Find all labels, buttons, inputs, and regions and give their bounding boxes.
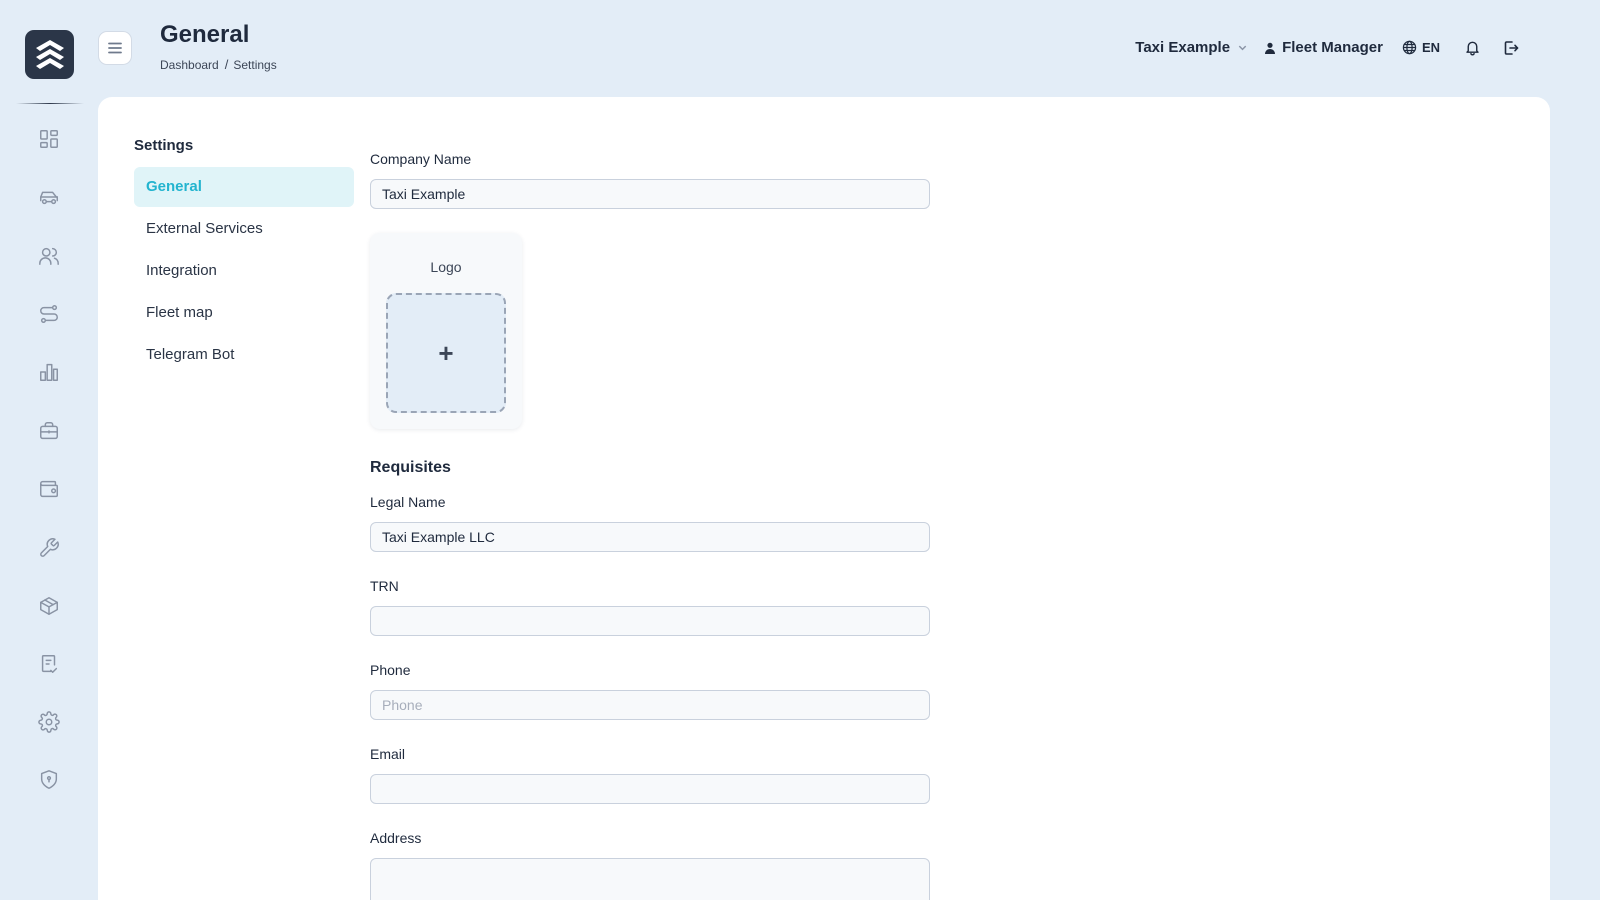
logo-upload-dropzone[interactable]: + [386,293,506,413]
settings-nav-integration[interactable]: Integration [134,251,354,291]
settings-nav-fleet-map[interactable]: Fleet map [134,293,354,333]
notifications-button[interactable] [1464,39,1503,56]
phone-input[interactable] [370,690,930,720]
user-icon [1265,42,1276,54]
wallet-icon[interactable] [33,473,65,505]
route-icon[interactable] [33,298,65,330]
logout-button[interactable] [1503,40,1519,56]
briefcase-icon[interactable] [33,415,65,447]
language-label: EN [1421,40,1440,55]
company-name-input[interactable] [370,179,930,209]
trn-label: TRN [370,578,399,594]
chevron-down-icon [1238,45,1247,51]
bar-chart-icon[interactable] [33,356,65,388]
email-label: Email [370,746,406,762]
box-icon[interactable] [33,590,65,622]
trn-input[interactable] [370,606,930,636]
settings-nav-telegram-bot[interactable]: Telegram Bot [134,335,354,375]
company-select-label: Taxi Example [1135,39,1231,56]
settings-nav: General External Services Integration Fl… [134,167,354,377]
address-textarea[interactable] [370,858,930,900]
hamburger-icon [108,42,122,54]
breadcrumb: Dashboard / Settings [160,57,277,72]
address-label: Address [370,830,422,846]
clipboard-check-icon[interactable] [33,648,65,680]
requisites-title: Requisites [370,459,451,476]
shield-icon[interactable] [33,764,65,796]
phone-label: Phone [370,662,411,678]
company-name-label: Company Name [370,151,472,167]
car-icon[interactable] [33,181,65,213]
company-select[interactable]: Taxi Example [1135,39,1248,56]
legal-name-input[interactable] [370,522,930,552]
header-actions: Taxi Example Fleet Manager EN [1135,39,1519,56]
globe-icon [1402,40,1417,55]
legal-name-label: Legal Name [370,494,446,510]
logout-icon [1504,40,1519,55]
user-role-label: Fleet Manager [1282,39,1383,56]
users-icon[interactable] [33,240,65,272]
language-select[interactable]: EN [1402,40,1440,55]
plus-icon: + [438,338,454,368]
dashboard-icon[interactable] [33,123,65,155]
main-card: Settings General External Services Integ… [98,97,1550,900]
bell-icon [1466,41,1479,56]
menu-toggle-button[interactable] [98,31,132,65]
breadcrumb-current: Settings [233,57,277,72]
app-logo[interactable] [25,30,74,79]
settings-nav-external-services[interactable]: External Services [134,209,354,249]
logo-card: Logo + [370,233,522,429]
user-role: Fleet Manager [1264,39,1383,56]
wrench-icon[interactable] [33,532,65,564]
logo-label: Logo [430,259,462,275]
gear-icon[interactable] [33,706,65,738]
email-input[interactable] [370,774,930,804]
rail-divider [16,103,84,104]
settings-heading: Settings [134,137,194,154]
page-title: General [160,21,250,48]
settings-nav-general[interactable]: General [134,167,354,207]
breadcrumb-separator: / [224,57,229,72]
app-logo-icon [35,39,64,69]
breadcrumb-dashboard-link[interactable]: Dashboard [160,58,219,72]
sidebar-rail [0,0,96,900]
